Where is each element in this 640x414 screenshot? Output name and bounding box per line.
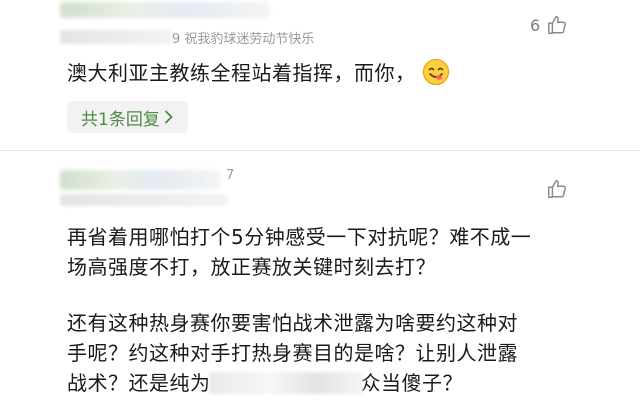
comment-line: 还有这种热身赛你要害怕战术泄露为啥要约这种对	[67, 311, 518, 335]
like-button[interactable]	[546, 178, 568, 200]
chevron-right-icon	[164, 110, 173, 124]
comment-meta: 7	[226, 168, 235, 183]
obscured-username[interactable]	[60, 170, 220, 190]
obscured-meta	[60, 30, 172, 44]
comment-item: 9 祝我豹球迷劳动节快乐 6 澳大利亚主教练全程站着指挥，而你， 共1条回复	[0, 0, 640, 150]
like-count: 6	[530, 15, 541, 35]
comment-body: 澳大利亚主教练全程站着指挥，而你，	[67, 61, 416, 85]
reply-count-label: 共1条回复	[81, 109, 160, 130]
like-button[interactable]: 6	[530, 14, 568, 36]
obscured-meta	[60, 194, 228, 206]
view-replies-button[interactable]: 共1条回复	[67, 101, 188, 133]
line-end: 众当傻子？	[360, 371, 463, 395]
thumbs-up-icon	[548, 180, 566, 198]
comment-meta: 9 祝我豹球迷劳动节快乐	[172, 32, 315, 47]
face-savoring-icon	[422, 59, 449, 85]
comment-line: 战术？还是纯为 众当傻子？	[67, 368, 531, 398]
comment-line: 场高强度不打，放正赛放关键时刻去打？	[67, 255, 436, 279]
comment-line: 再省着用哪怕打个5分钟感受一下对抗呢？难不成一	[67, 225, 532, 249]
comment-item: 7 再省着用哪怕打个5分钟感受一下对抗呢？难不成一 场高强度不打，放正赛放关键时…	[0, 150, 640, 414]
comment-text: 再省着用哪怕打个5分钟感受一下对抗呢？难不成一 场高强度不打，放正赛放关键时刻去…	[67, 222, 531, 398]
comment-line: 手呢？约这种对手打热身赛目的是啥？让别人泄露	[67, 341, 518, 365]
line-start: 战术？还是纯为	[67, 371, 211, 395]
thumbs-up-icon	[548, 16, 567, 34]
comment-text: 澳大利亚主教练全程站着指挥，而你，	[67, 58, 450, 88]
obscured-text	[208, 368, 363, 398]
obscured-username[interactable]	[60, 2, 270, 18]
